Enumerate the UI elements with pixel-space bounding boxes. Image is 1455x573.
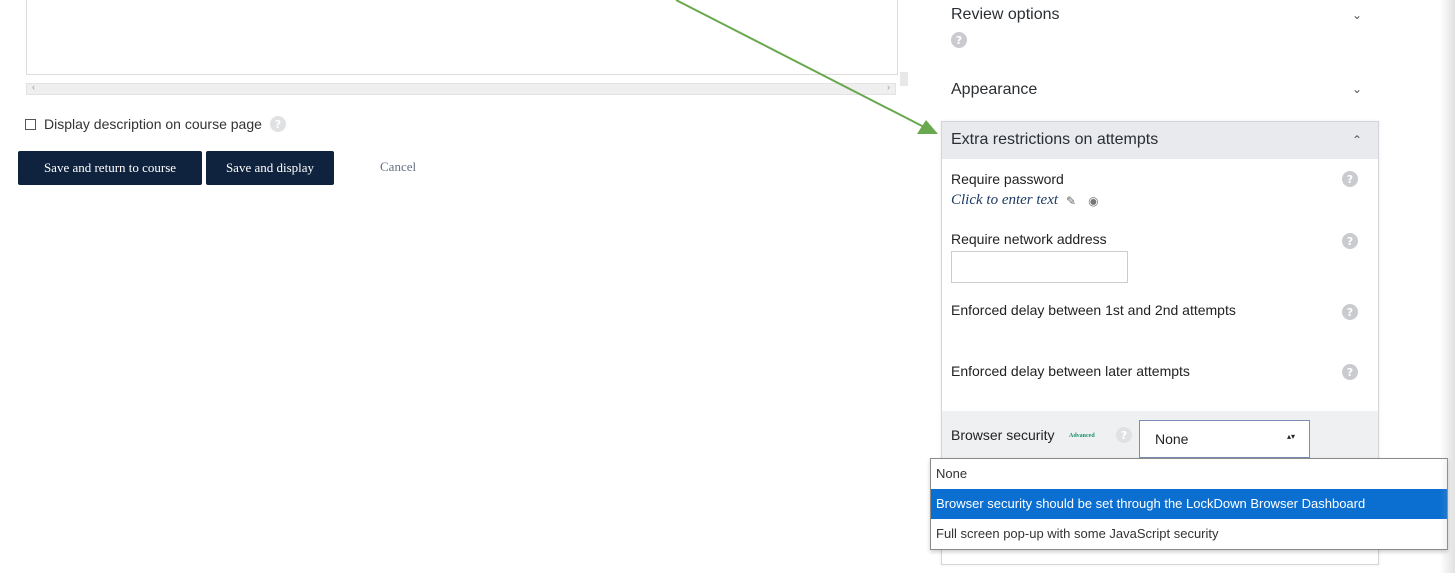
require-password-label: Require password bbox=[951, 171, 1064, 187]
dropdown-option[interactable]: Browser security should be set through t… bbox=[931, 489, 1447, 519]
require-network-input[interactable] bbox=[951, 251, 1128, 283]
browser-security-label: Browser security bbox=[951, 427, 1055, 443]
advanced-badge: Advanced bbox=[1069, 433, 1095, 439]
section-extra-restrictions[interactable]: Extra restrictions on attempts bbox=[951, 131, 1158, 149]
browser-security-select[interactable]: None ▴▾ bbox=[1139, 420, 1310, 458]
help-icon[interactable]: ? bbox=[951, 32, 967, 48]
require-password-value[interactable]: Click to enter text bbox=[951, 192, 1058, 209]
chevron-down-icon[interactable]: ⌄ bbox=[1352, 8, 1362, 22]
dropdown-option[interactable]: None bbox=[931, 459, 1447, 489]
delay-1-2-label: Enforced delay between 1st and 2nd attem… bbox=[951, 302, 1236, 318]
require-network-label: Require network address bbox=[951, 231, 1107, 247]
select-arrows-icon: ▴▾ bbox=[1286, 432, 1295, 441]
section-appearance[interactable]: Appearance bbox=[951, 81, 1037, 99]
eye-icon[interactable]: ◉ bbox=[1088, 194, 1098, 208]
help-icon[interactable]: ? bbox=[1342, 304, 1358, 320]
chevron-down-icon[interactable]: ⌄ bbox=[1352, 82, 1362, 96]
section-review-options[interactable]: Review options bbox=[951, 6, 1060, 24]
browser-security-selected: None bbox=[1155, 431, 1189, 447]
arrow-line bbox=[675, 0, 927, 129]
browser-security-dropdown[interactable]: None Browser security should be set thro… bbox=[930, 458, 1448, 550]
help-icon[interactable]: ? bbox=[1342, 364, 1358, 380]
help-icon[interactable]: ? bbox=[1116, 427, 1132, 443]
chevron-up-icon[interactable]: ⌃ bbox=[1352, 133, 1362, 147]
help-icon[interactable]: ? bbox=[1342, 171, 1358, 187]
help-icon[interactable]: ? bbox=[1342, 233, 1358, 249]
delay-later-label: Enforced delay between later attempts bbox=[951, 363, 1190, 379]
arrow-head bbox=[917, 120, 938, 134]
dropdown-option[interactable]: Full screen pop-up with some JavaScript … bbox=[931, 519, 1447, 549]
page-edge-shadow bbox=[1440, 0, 1455, 573]
pencil-icon[interactable]: ✎ bbox=[1066, 194, 1076, 208]
require-password-inplace[interactable]: Click to enter text ✎ ◉ bbox=[951, 192, 1099, 209]
